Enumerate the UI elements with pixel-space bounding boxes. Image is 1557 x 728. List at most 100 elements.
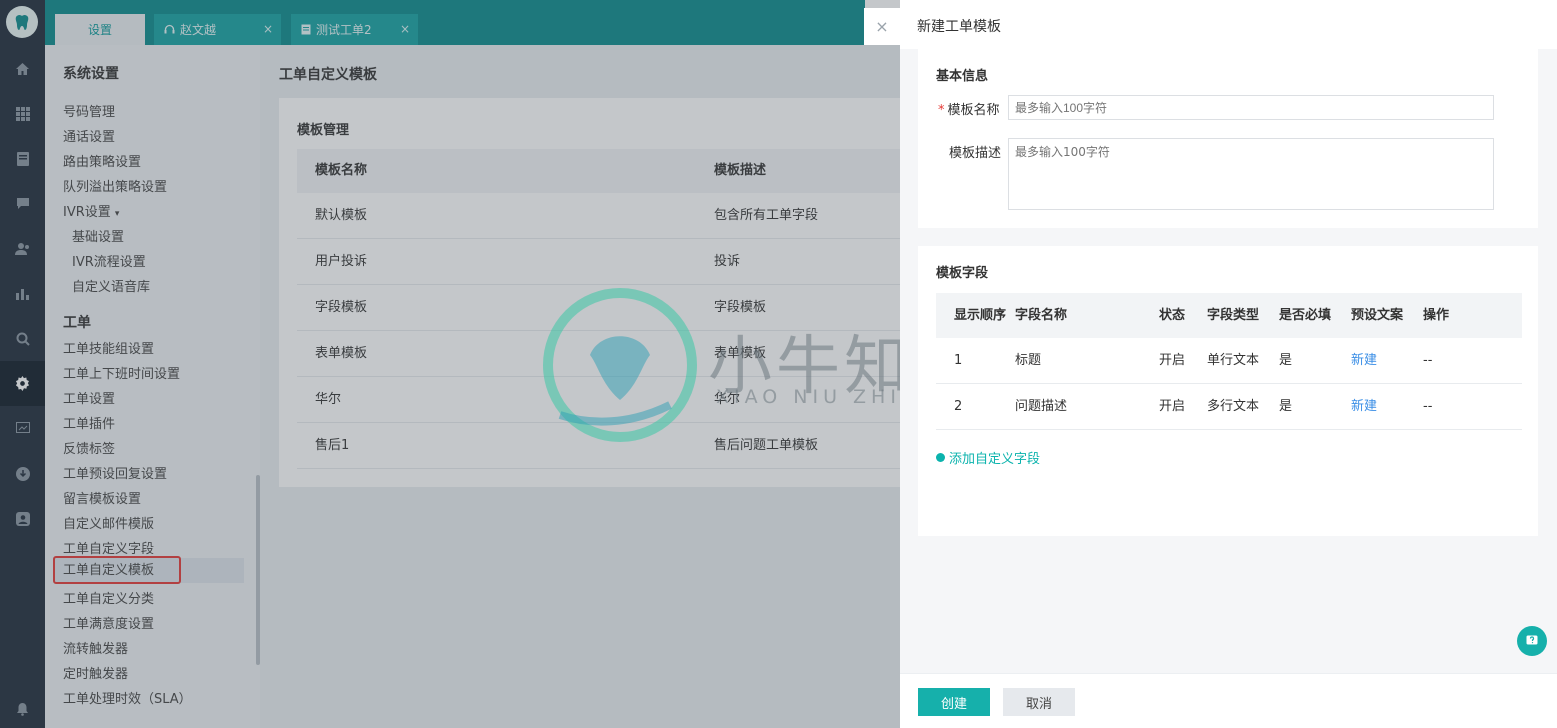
preset-text-link[interactable]: 新建	[1351, 338, 1377, 383]
menu-item-plugin[interactable]: 工单插件	[63, 413, 115, 432]
column-header: 模板描述	[714, 163, 767, 178]
field-order: 2	[954, 399, 963, 414]
drawer-title: 新建工单模板	[917, 19, 1001, 35]
preset-text-link[interactable]: 新建	[1351, 384, 1377, 429]
bell-icon[interactable]	[0, 686, 45, 728]
menu-item-message-template[interactable]: 留言模板设置	[63, 488, 141, 507]
caret-down-icon: ▾	[114, 209, 120, 219]
menu-item-email-template[interactable]: 自定义邮件模版	[63, 513, 154, 532]
tab-settings[interactable]: 设置	[55, 14, 145, 45]
add-custom-field-link[interactable]: 添加自定义字段	[936, 448, 1040, 467]
table-row[interactable]: 华尔 华尔	[297, 377, 900, 423]
table-row[interactable]: 售后1 售后问题工单模板	[297, 423, 900, 469]
template-desc-textarea[interactable]	[1008, 138, 1494, 210]
cancel-button[interactable]: 取消	[1003, 688, 1075, 716]
menu-item-queue-overflow[interactable]: 队列溢出策略设置	[63, 176, 167, 195]
main-content: 工单自定义模板 模板管理 模板名称 模板描述 默认模板 包含所有工单字段 用户投…	[260, 45, 900, 728]
menu-item-ivr[interactable]: IVR设置 ▾	[63, 201, 119, 220]
menu-item-voice-library[interactable]: 自定义语音库	[72, 276, 150, 295]
template-desc: 字段模板	[714, 300, 767, 315]
search-icon[interactable]	[0, 316, 45, 361]
field-order: 1	[954, 353, 963, 368]
ticket-icon	[301, 24, 311, 35]
menu-item-flow-trigger[interactable]: 流转触发器	[63, 638, 128, 657]
download-icon[interactable]	[0, 451, 45, 496]
menu-item-preset-reply[interactable]: 工单预设回复设置	[63, 463, 167, 482]
menu-item-satisfaction[interactable]: 工单满意度设置	[63, 613, 154, 632]
menu-item-sla[interactable]: 工单处理时效（SLA）	[63, 688, 192, 707]
menu-item-ivr-basic[interactable]: 基础设置	[72, 226, 124, 245]
close-icon[interactable]: ×	[263, 22, 273, 36]
tab-ticket[interactable]: 测试工单2 ×	[291, 14, 418, 45]
table-row[interactable]: 默认模板 包含所有工单字段	[297, 193, 900, 239]
field-type: 单行文本	[1207, 353, 1260, 368]
drawer-footer: 创建 取消	[900, 673, 1557, 728]
create-button[interactable]: 创建	[918, 688, 990, 716]
field-status: 开启	[1159, 399, 1186, 414]
gear-icon[interactable]	[0, 361, 45, 406]
menu-item-ivr-label: IVR设置	[63, 205, 111, 220]
help-icon	[1526, 635, 1538, 645]
tab-label: 测试工单2	[316, 23, 372, 37]
menu-item-custom-category[interactable]: 工单自定义分类	[63, 588, 154, 607]
close-icon[interactable]: ×	[400, 22, 410, 36]
template-name: 表单模板	[315, 346, 368, 361]
required-mark: *	[938, 103, 945, 118]
menu-item-routing[interactable]: 路由策略设置	[63, 151, 141, 170]
template-name: 华尔	[315, 392, 342, 407]
column-header: 状态	[1159, 308, 1186, 323]
tab-bar: 设置 赵文越 × 测试工单2 ×	[45, 0, 865, 45]
column-header: 模板名称	[315, 163, 368, 178]
menu-item-feedback-tag[interactable]: 反馈标签	[63, 438, 115, 457]
template-name-input[interactable]	[1008, 95, 1494, 120]
template-fields-card: 模板字段 显示顺序 字段名称 状态 字段类型 是否必填 预设文案 操作 1 标题…	[918, 246, 1538, 536]
tab-label: 设置	[87, 23, 112, 37]
contacts-icon[interactable]	[0, 226, 45, 271]
app-logo-icon[interactable]	[6, 6, 38, 38]
template-name: 用户投诉	[315, 254, 368, 269]
page-title: 工单自定义模板	[279, 67, 377, 83]
template-name-label-text: 模板名称	[947, 103, 1000, 118]
menu-item-work-hours[interactable]: 工单上下班时间设置	[63, 363, 180, 382]
table-row[interactable]: 用户投诉 投诉	[297, 239, 900, 285]
column-header: 字段类型	[1207, 308, 1260, 323]
document-icon[interactable]	[0, 136, 45, 181]
tab-label: 赵文越	[180, 23, 217, 37]
menu-section-system: 系统设置	[63, 66, 119, 82]
basic-info-card: 基本信息 *模板名称 模板描述	[918, 49, 1538, 228]
menu-item-call[interactable]: 通话设置	[63, 126, 115, 145]
template-desc: 表单模板	[714, 346, 767, 361]
drawer-header: 新建工单模板	[900, 0, 1557, 49]
column-header: 显示顺序	[954, 308, 1007, 323]
account-icon[interactable]	[0, 496, 45, 541]
menu-item-timer-trigger[interactable]: 定时触发器	[63, 663, 128, 682]
field-required: 是	[1279, 353, 1293, 368]
template-name-label: * 模板名称	[938, 99, 1000, 118]
bar-chart-icon[interactable]	[0, 271, 45, 316]
tab-agent[interactable]: 赵文越 ×	[154, 14, 281, 45]
menu-item-skill-group[interactable]: 工单技能组设置	[63, 338, 154, 357]
plus-circle-icon	[936, 453, 945, 462]
menu-item-ticket-settings[interactable]: 工单设置	[63, 388, 115, 407]
column-header: 是否必填	[1279, 308, 1332, 323]
basic-info-title: 基本信息	[936, 69, 989, 84]
field-name: 问题描述	[1015, 399, 1068, 414]
apps-grid-icon[interactable]	[0, 91, 45, 136]
icon-rail	[0, 0, 45, 728]
help-button[interactable]	[1517, 626, 1547, 656]
menu-item-ivr-flow[interactable]: IVR流程设置	[72, 251, 146, 270]
drawer-close-button[interactable]: ×	[864, 8, 900, 45]
table-row[interactable]: 表单模板 表单模板	[297, 331, 900, 377]
menu-item-number[interactable]: 号码管理	[63, 101, 115, 120]
report-icon[interactable]	[0, 406, 45, 451]
column-header: 字段名称	[1015, 308, 1068, 323]
chat-icon[interactable]	[0, 181, 45, 226]
template-panel: 模板管理 模板名称 模板描述 默认模板 包含所有工单字段 用户投诉 投诉 字段模…	[279, 98, 900, 487]
column-header: 操作	[1423, 308, 1450, 323]
home-icon[interactable]	[0, 46, 45, 91]
field-action: --	[1423, 353, 1433, 368]
template-desc: 包含所有工单字段	[714, 208, 819, 223]
menu-item-custom-field[interactable]: 工单自定义字段	[63, 538, 154, 557]
template-desc: 售后问题工单模板	[714, 438, 819, 453]
table-row[interactable]: 字段模板 字段模板	[297, 285, 900, 331]
